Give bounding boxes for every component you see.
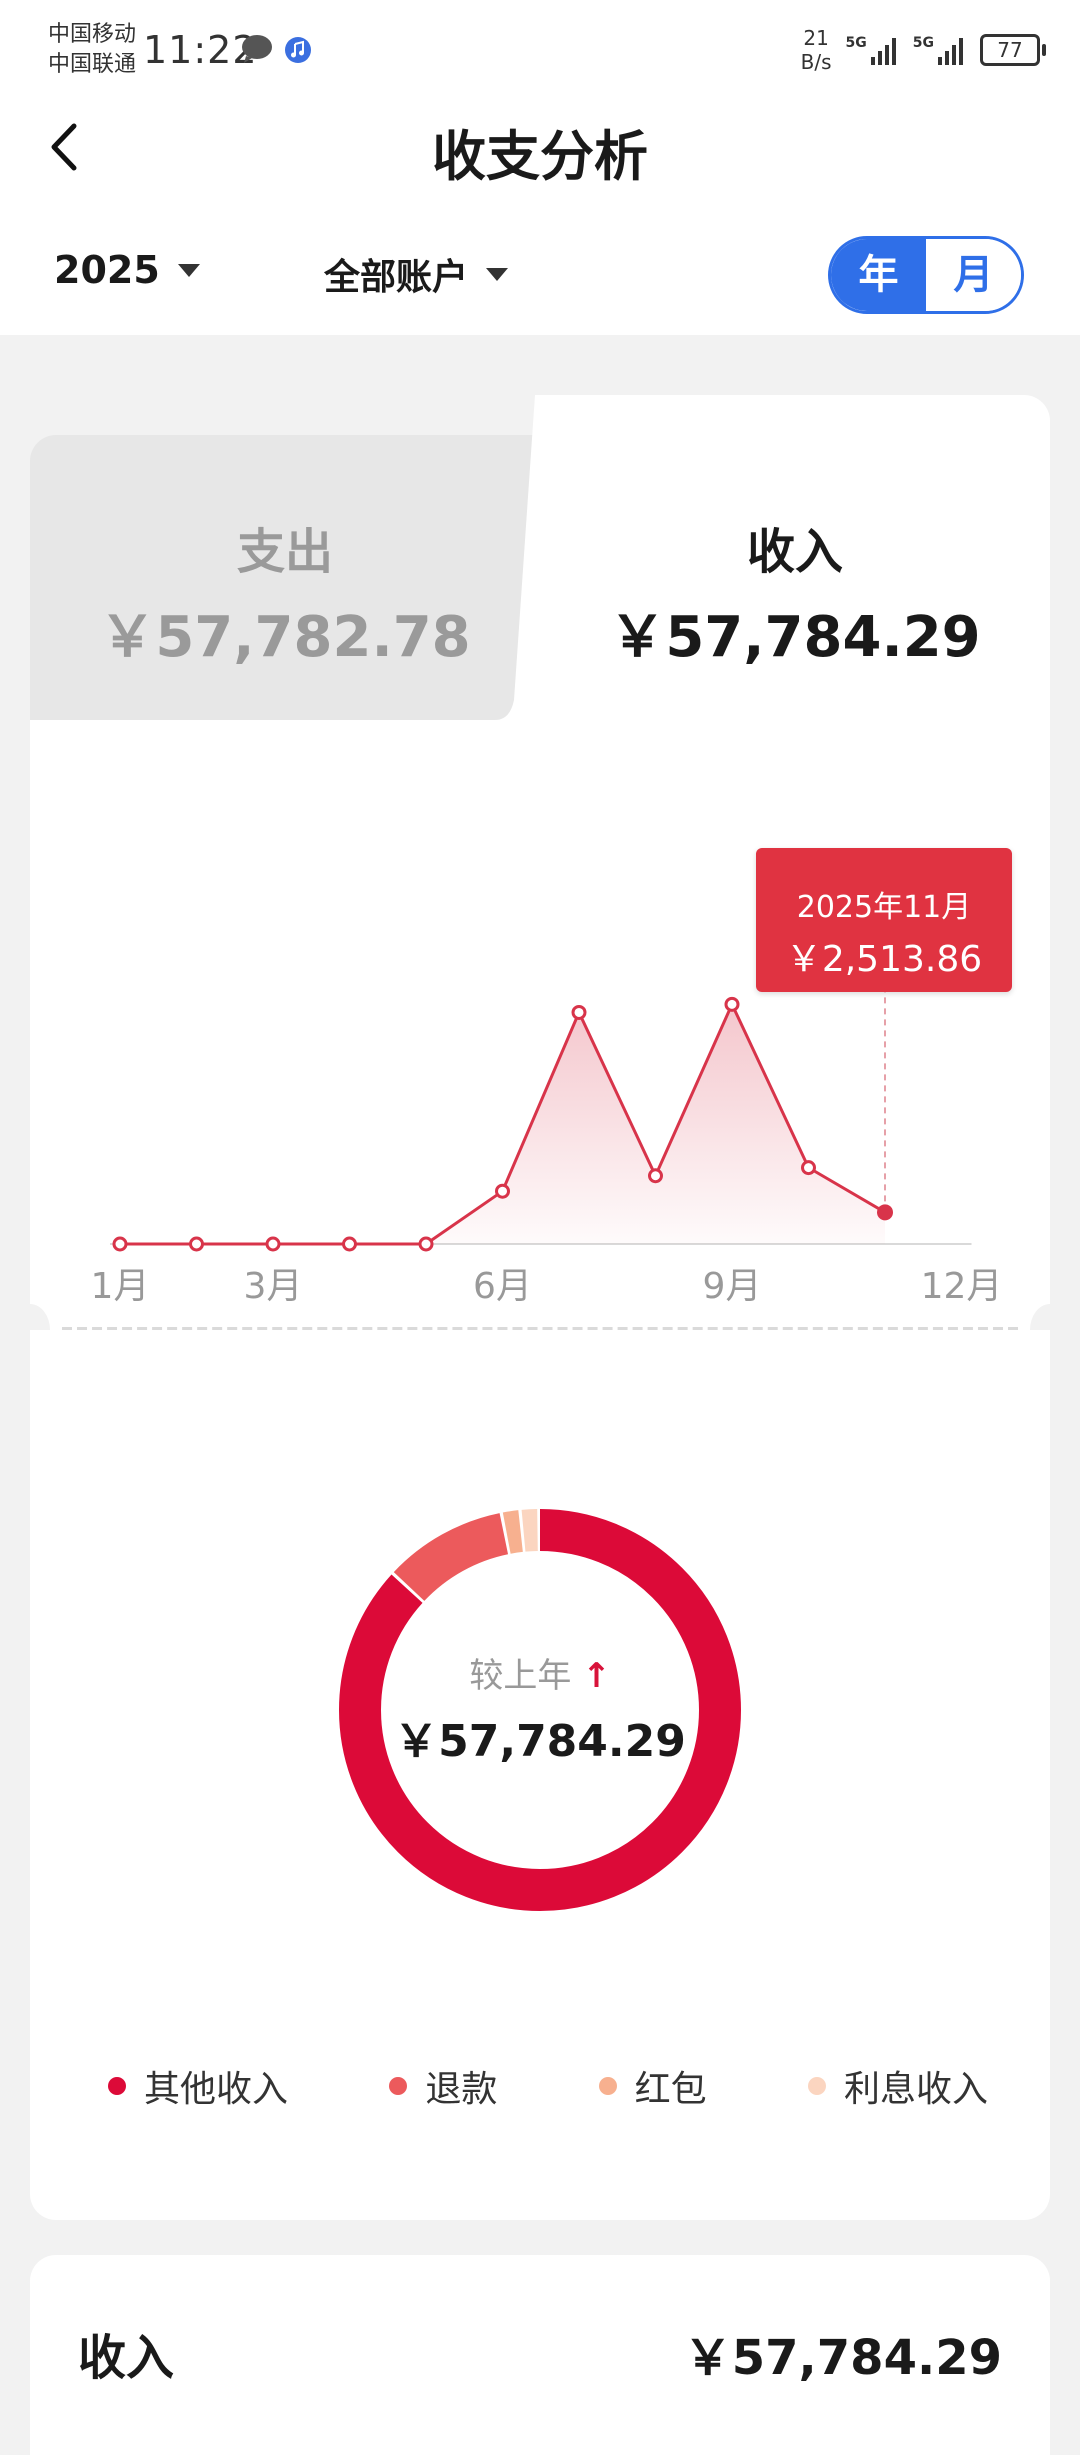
legend-item: 其他收入: [108, 2060, 288, 2112]
income-detail-label: 收入: [78, 2330, 175, 2386]
income-detail-value: ￥57,784.29: [683, 2330, 1002, 2386]
category-donut-chart[interactable]: [0, 0, 1080, 2000]
legend-label: 退款: [425, 2069, 498, 2110]
arrow-up-icon: ↑: [582, 1656, 611, 1696]
donut-center-value: ￥57,784.29: [394, 1716, 686, 1767]
legend-dot: [807, 2077, 826, 2095]
legend-label: 其他收入: [144, 2069, 289, 2110]
legend-dot: [108, 2077, 126, 2095]
legend-label: 红包: [634, 2069, 707, 2110]
legend-item: 利息收入: [807, 2060, 988, 2112]
legend-dot: [389, 2077, 408, 2095]
legend-label: 利息收入: [843, 2069, 988, 2110]
donut-legend: 其他收入 退款 红包 利息收入: [108, 2060, 988, 2112]
legend-dot: [598, 2077, 617, 2095]
compare-label: 较上年 ↑: [469, 1656, 611, 1696]
legend-item: 退款: [389, 2060, 497, 2112]
legend-item: 红包: [598, 2060, 707, 2112]
